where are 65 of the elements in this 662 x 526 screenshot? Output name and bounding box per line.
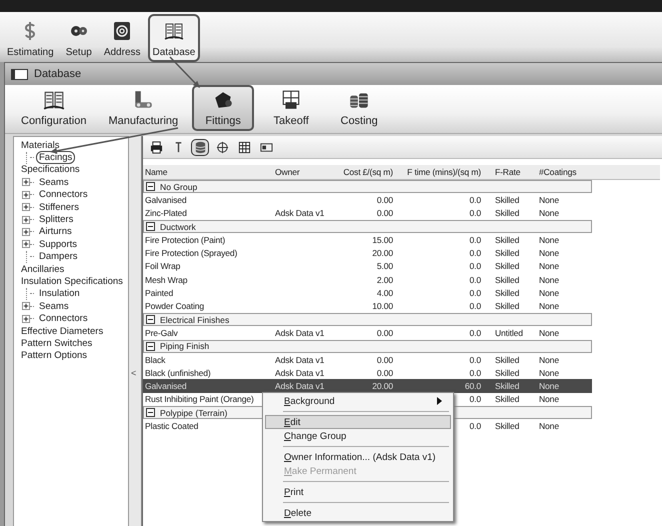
table-cell: 15.00	[372, 234, 393, 245]
table-cell: None	[539, 274, 559, 285]
table-cell: None	[539, 248, 559, 258]
table-cell: 0.0	[470, 194, 481, 205]
table-cell: 0.0	[470, 368, 481, 378]
table-cell: None	[539, 208, 559, 218]
group-name: Ductwork	[160, 222, 196, 232]
table-cell: None	[539, 354, 559, 364]
table-cell: 20.00	[372, 248, 393, 258]
table-cell: 0.0	[470, 208, 481, 218]
table-cell: Skilled	[495, 234, 520, 245]
table-cell: None	[539, 288, 559, 298]
table-cell: Adsk Data v1	[275, 328, 324, 338]
table-cell: Skilled	[495, 248, 520, 258]
table-cell: 0.0	[470, 354, 481, 364]
table-cell: Skilled	[495, 394, 520, 404]
group-name: Piping Finish	[160, 341, 210, 352]
table-cell: None	[539, 328, 559, 338]
table-cell: 2.00	[376, 274, 393, 285]
table-cell: 0.0	[470, 301, 481, 312]
table-cell: Skilled	[495, 381, 520, 392]
table-cell: 10.00	[372, 301, 393, 312]
table-cell: 0.00	[376, 208, 393, 218]
table-cell: Skilled	[495, 354, 520, 364]
table-cell: 0.0	[470, 328, 481, 338]
group-name: No Group	[160, 182, 198, 192]
table-cell: None	[539, 420, 559, 431]
table-cell: 0.0	[470, 274, 481, 285]
group-name: Polypipe (Terrain)	[160, 408, 228, 418]
table-cell: None	[539, 234, 559, 245]
table-cell: 20.00	[372, 381, 393, 392]
table-cell: Skilled	[495, 261, 520, 272]
table-cell: Untitled	[495, 328, 523, 338]
table-cell: Skilled	[495, 274, 520, 285]
table-cell: Adsk Data v1	[275, 381, 324, 392]
table-cell: 0.0	[470, 394, 481, 404]
table-cell: Skilled	[495, 301, 520, 312]
table-cell: None	[539, 301, 559, 312]
table-cell: 0.0	[470, 420, 481, 431]
table-cell: 0.00	[376, 354, 393, 364]
table-cell: None	[539, 368, 559, 378]
table-cell: Skilled	[495, 368, 520, 378]
table-cell: Skilled	[495, 194, 520, 205]
table-cell: None	[539, 194, 559, 205]
table-cell: 0.0	[470, 288, 481, 298]
table-cell: 60.0	[464, 381, 481, 392]
table-cell: 0.00	[376, 194, 393, 205]
table-cell: None	[539, 394, 559, 404]
table-cell: 4.00	[376, 288, 393, 298]
table-cell: Skilled	[495, 420, 520, 431]
table-cell: Adsk Data v1	[275, 208, 324, 218]
group-name: Electrical Finishes	[160, 314, 230, 325]
table-cell: Adsk Data v1	[275, 368, 324, 378]
table-cell: 0.00	[376, 328, 393, 338]
table-cell: None	[539, 261, 559, 272]
table-cell: Skilled	[495, 288, 520, 298]
table-cell: 0.00	[376, 368, 393, 378]
table-cell: None	[539, 381, 559, 392]
table-cell: 0.0	[470, 234, 481, 245]
window-title: Database	[34, 68, 82, 80]
table-cell: Skilled	[495, 208, 520, 218]
table-cell: 0.0	[470, 261, 481, 272]
table-cell: 0.0	[470, 248, 481, 258]
table-cell: 5.00	[376, 261, 393, 272]
table-cell: Adsk Data v1	[275, 354, 324, 364]
